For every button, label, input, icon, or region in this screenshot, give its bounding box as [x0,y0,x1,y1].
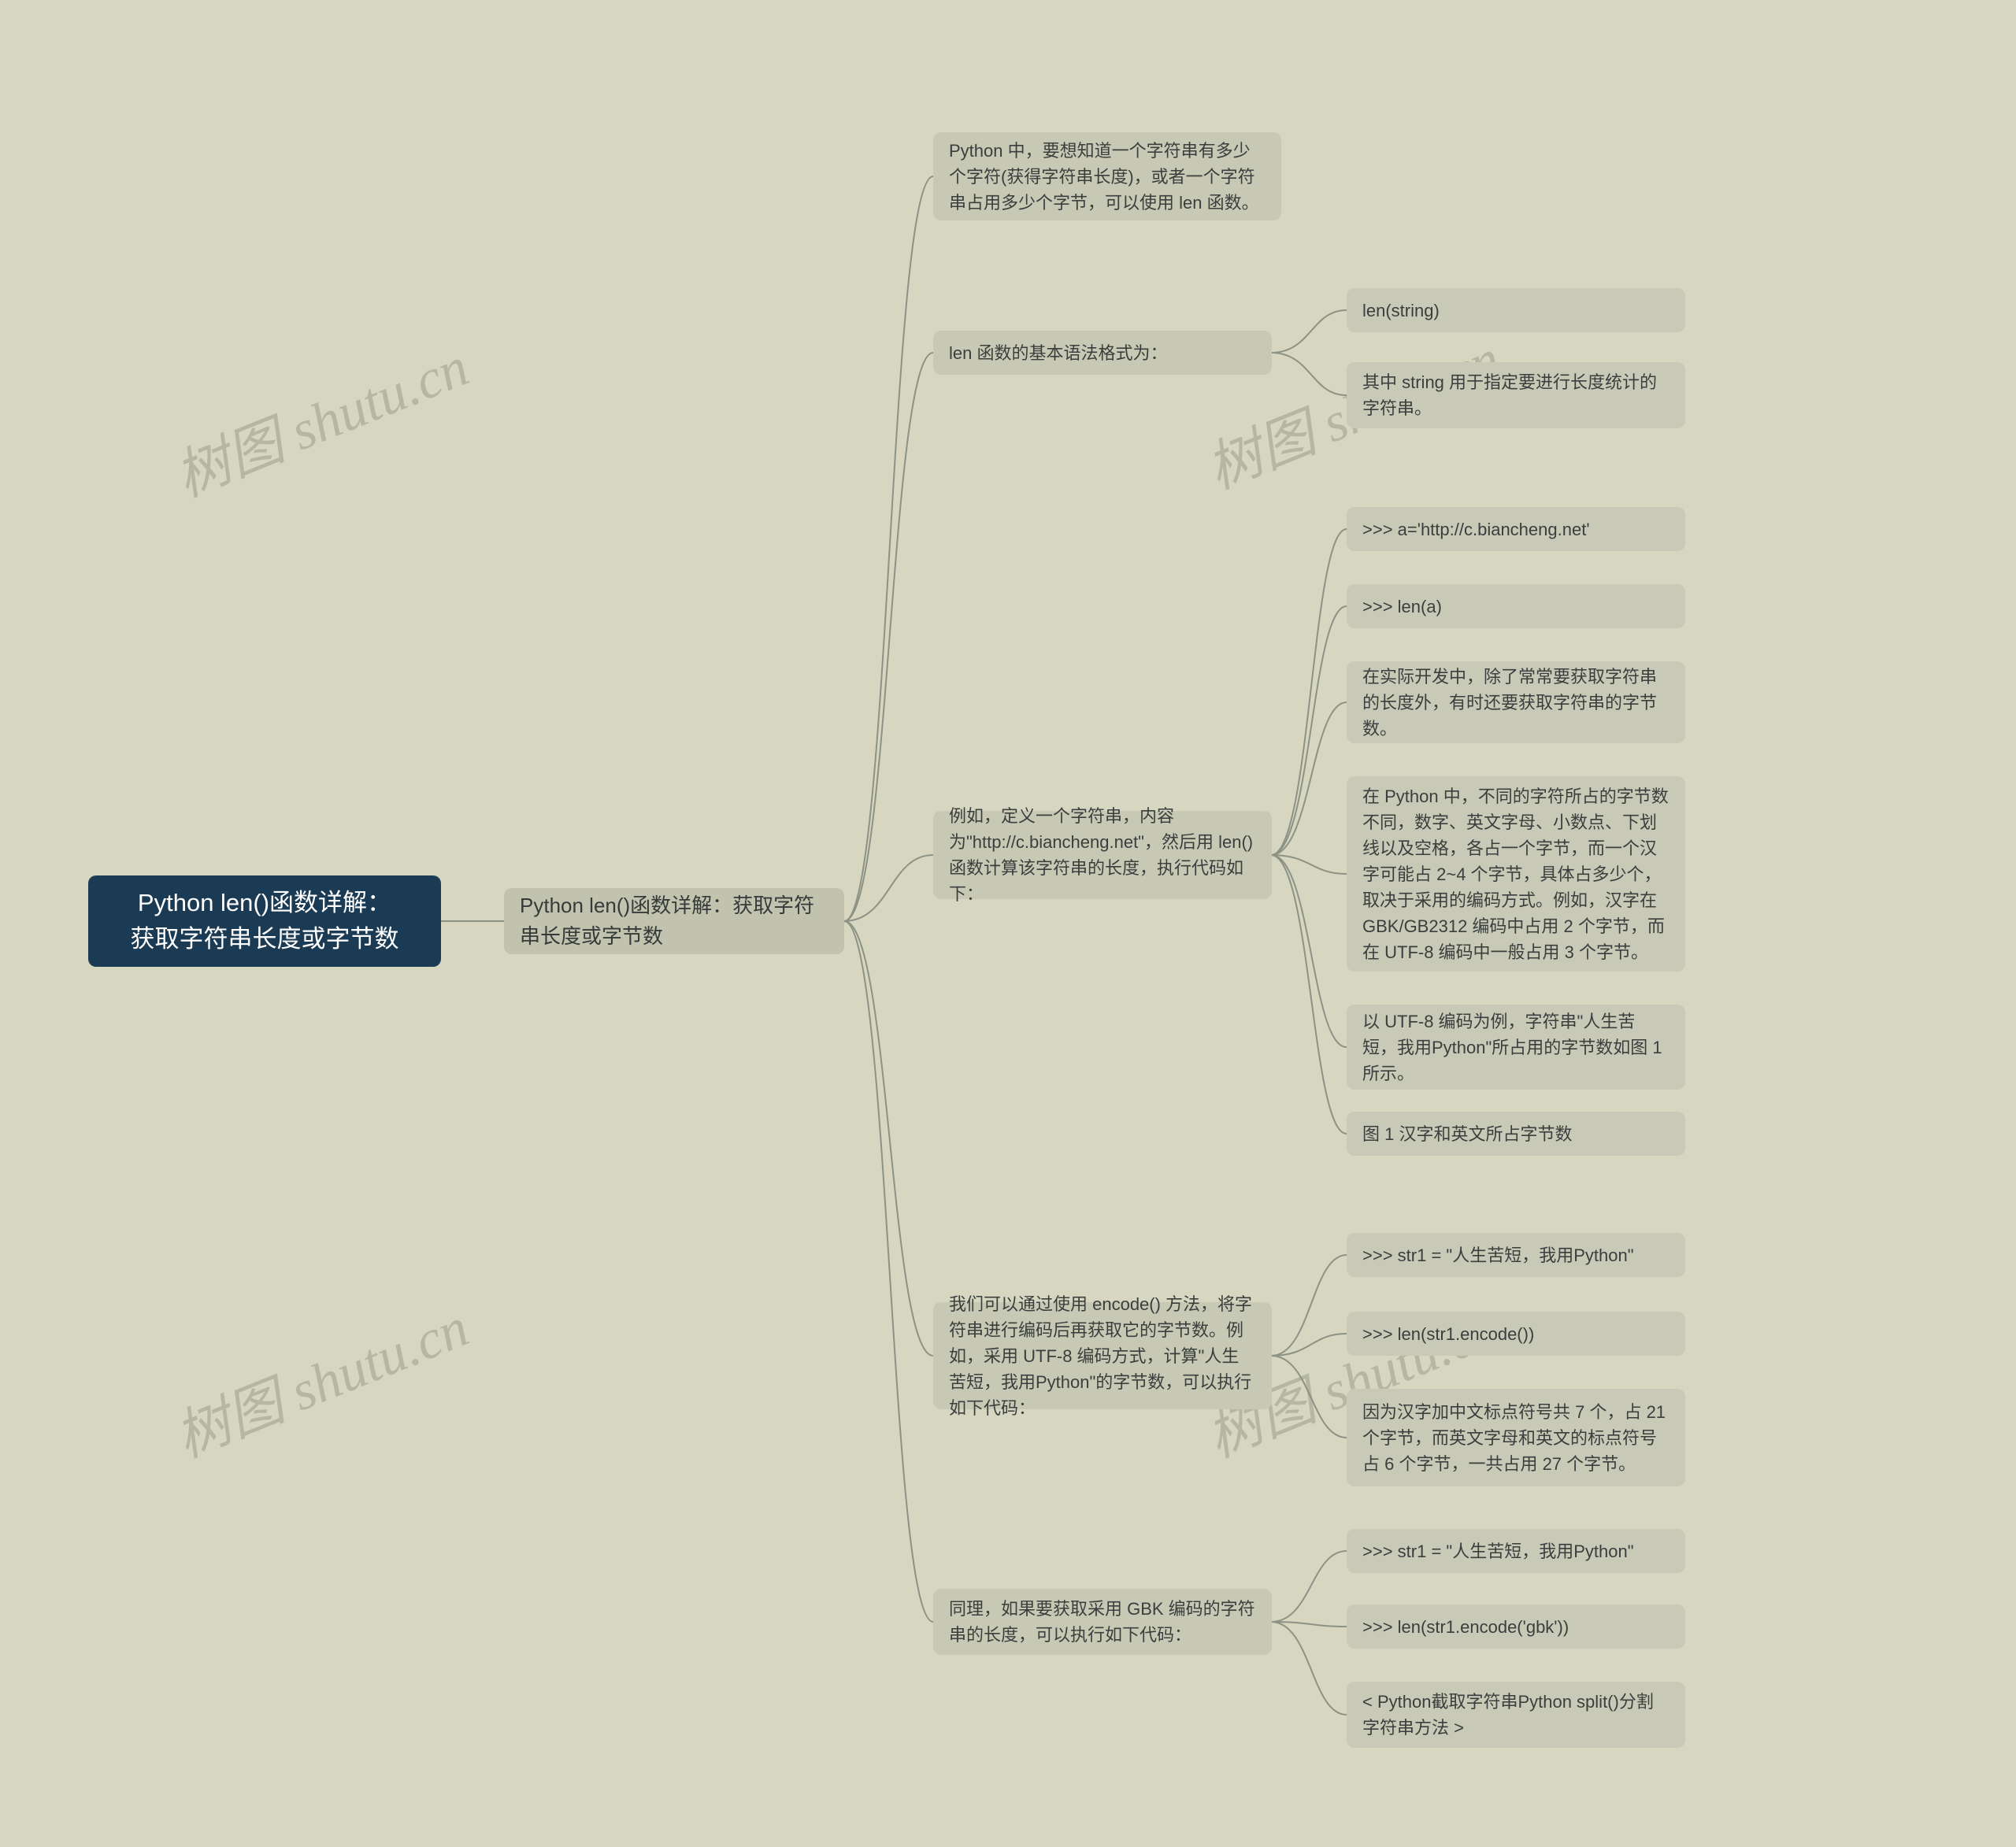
branch-1-text: len 函数的基本语法格式为： [949,340,1167,366]
branch-2-child-0-text: >>> a='http://c.biancheng.net' [1362,516,1590,542]
branch-1-child-0[interactable]: len(string) [1347,288,1685,332]
level1-text: Python len()函数详解：获取字符串长度或字节数 [520,890,828,952]
root-line2: 获取字符串长度或字节数 [131,921,399,958]
branch-3-child-2[interactable]: 因为汉字加中文标点符号共 7 个，占 21 个字节，而英文字母和英文的标点符号占… [1347,1389,1685,1486]
branch-4-child-1[interactable]: >>> len(str1.encode('gbk')) [1347,1605,1685,1649]
branch-2-child-4-text: 以 UTF-8 编码为例，字符串"人生苦短，我用Python"所占用的字节数如图… [1362,1009,1670,1086]
branch-3[interactable]: 我们可以通过使用 encode() 方法，将字符串进行编码后再获取它的字节数。例… [933,1302,1272,1409]
branch-3-child-2-text: 因为汉字加中文标点符号共 7 个，占 21 个字节，而英文字母和英文的标点符号占… [1362,1399,1670,1477]
branch-3-text: 我们可以通过使用 encode() 方法，将字符串进行编码后再获取它的字节数。例… [949,1291,1256,1421]
branch-0[interactable]: Python 中，要想知道一个字符串有多少个字符(获得字符串长度)，或者一个字符… [933,132,1281,220]
branch-4-child-0[interactable]: >>> str1 = "人生苦短，我用Python" [1347,1529,1685,1573]
branch-2-child-3[interactable]: 在 Python 中，不同的字符所占的字节数不同，数字、英文字母、小数点、下划线… [1347,776,1685,972]
branch-2-child-4[interactable]: 以 UTF-8 编码为例，字符串"人生苦短，我用Python"所占用的字节数如图… [1347,1005,1685,1090]
branch-3-child-1[interactable]: >>> len(str1.encode()) [1347,1312,1685,1356]
branch-2-child-3-text: 在 Python 中，不同的字符所占的字节数不同，数字、英文字母、小数点、下划线… [1362,783,1670,965]
watermark: 树图 shutu.cn [161,323,478,513]
branch-2[interactable]: 例如，定义一个字符串，内容为"http://c.biancheng.net"，然… [933,811,1272,899]
branch-1-child-0-text: len(string) [1362,298,1440,324]
branch-2-child-1-text: >>> len(a) [1362,594,1442,620]
branch-4-child-0-text: >>> str1 = "人生苦短，我用Python" [1362,1538,1634,1564]
branch-4-text: 同理，如果要获取采用 GBK 编码的字符串的长度，可以执行如下代码： [949,1596,1256,1648]
branch-1[interactable]: len 函数的基本语法格式为： [933,331,1272,375]
root-line1: Python len()函数详解： [138,885,391,922]
branch-2-child-2[interactable]: 在实际开发中，除了常常要获取字符串的长度外，有时还要获取字符串的字节数。 [1347,661,1685,743]
level1-node[interactable]: Python len()函数详解：获取字符串长度或字节数 [504,888,844,954]
branch-2-child-5-text: 图 1 汉字和英文所占字节数 [1362,1121,1572,1147]
branch-0-text: Python 中，要想知道一个字符串有多少个字符(获得字符串长度)，或者一个字符… [949,138,1266,216]
branch-2-child-2-text: 在实际开发中，除了常常要获取字符串的长度外，有时还要获取字符串的字节数。 [1362,664,1670,742]
branch-3-child-1-text: >>> len(str1.encode()) [1362,1321,1534,1347]
branch-4-child-2[interactable]: < Python截取字符串Python split()分割字符串方法 > [1347,1682,1685,1748]
branch-2-child-5[interactable]: 图 1 汉字和英文所占字节数 [1347,1112,1685,1156]
root-node[interactable]: Python len()函数详解： 获取字符串长度或字节数 [88,875,441,967]
branch-3-child-0-text: >>> str1 = "人生苦短，我用Python" [1362,1242,1634,1268]
branch-2-child-0[interactable]: >>> a='http://c.biancheng.net' [1347,507,1685,551]
branch-3-child-0[interactable]: >>> str1 = "人生苦短，我用Python" [1347,1233,1685,1277]
mindmap-canvas: 树图 shutu.cn 树图 shutu.cn 树图 shutu.cn 树图 s… [0,0,2016,1847]
branch-4-child-2-text: < Python截取字符串Python split()分割字符串方法 > [1362,1689,1670,1741]
watermark: 树图 shutu.cn [161,1283,478,1473]
branch-1-child-1[interactable]: 其中 string 用于指定要进行长度统计的字符串。 [1347,362,1685,428]
branch-4[interactable]: 同理，如果要获取采用 GBK 编码的字符串的长度，可以执行如下代码： [933,1589,1272,1655]
branch-1-child-1-text: 其中 string 用于指定要进行长度统计的字符串。 [1362,369,1670,421]
branch-2-child-1[interactable]: >>> len(a) [1347,584,1685,628]
branch-4-child-1-text: >>> len(str1.encode('gbk')) [1362,1614,1569,1640]
branch-2-text: 例如，定义一个字符串，内容为"http://c.biancheng.net"，然… [949,803,1256,907]
